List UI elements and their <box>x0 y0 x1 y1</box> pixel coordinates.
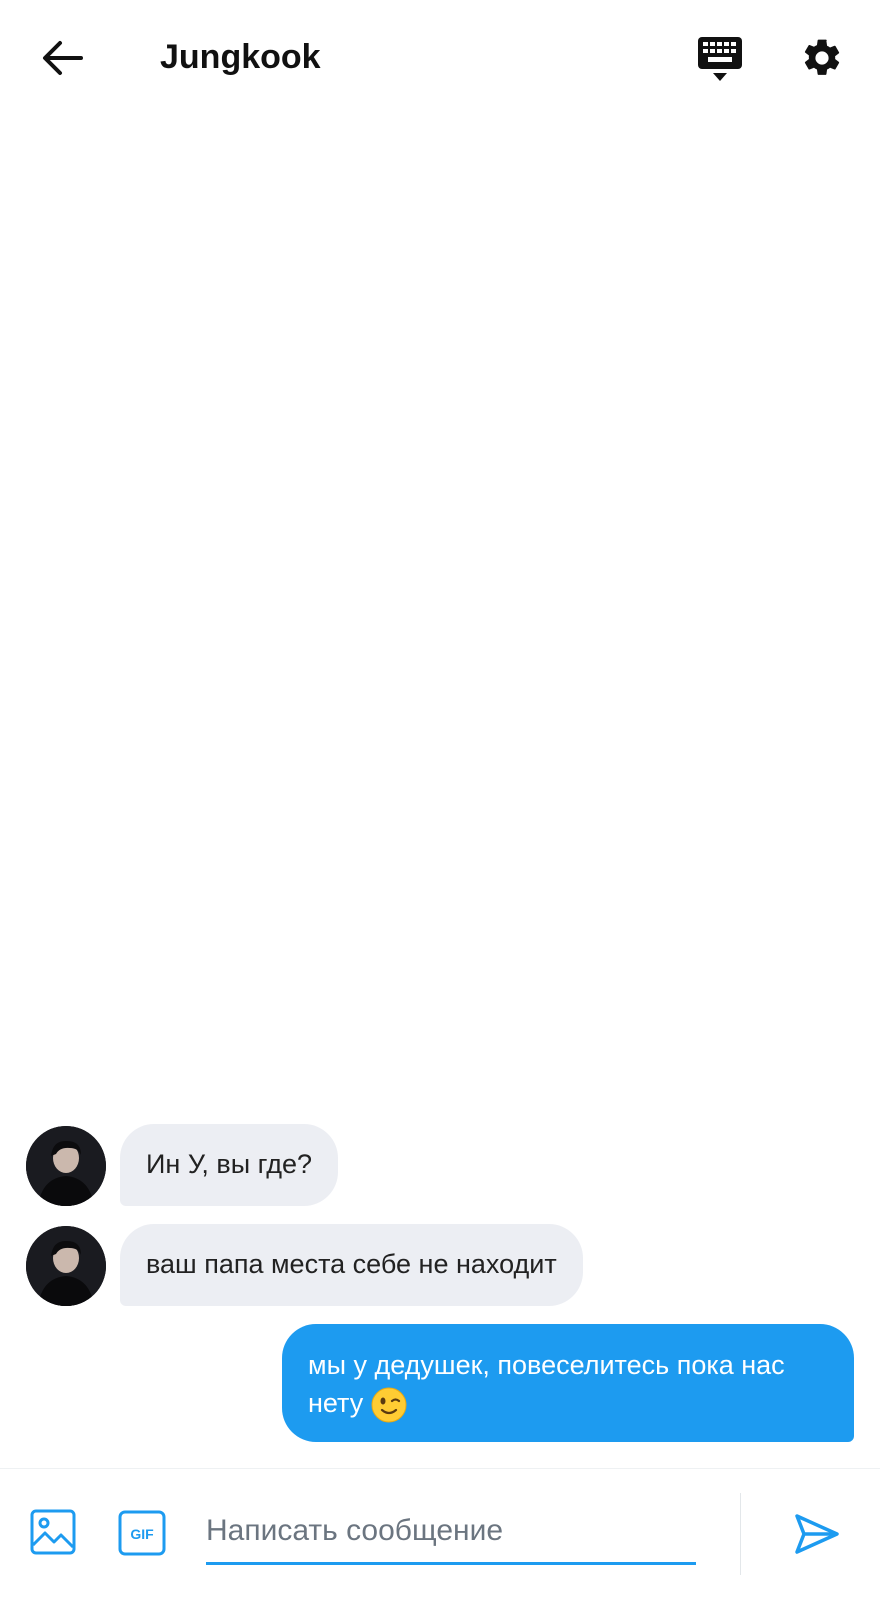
message-row: ваш папа места себе не находит <box>0 1224 880 1306</box>
conversation-title[interactable]: Jungkook <box>160 34 321 80</box>
incoming-message-bubble[interactable]: ваш папа места себе не находит <box>120 1224 583 1306</box>
back-button[interactable] <box>36 34 88 82</box>
profile-photo-icon <box>26 1126 106 1206</box>
incoming-message-bubble[interactable]: Ин У, вы где? <box>120 1124 339 1206</box>
arrow-left-icon <box>43 41 83 75</box>
message-row: мы у дедушек, повеселитесь пока нас нету <box>0 1324 880 1442</box>
winking-face-icon <box>371 1387 407 1423</box>
outgoing-message-bubble[interactable]: мы у дедушек, повеселитесь пока нас нету <box>282 1324 854 1442</box>
image-icon <box>30 1509 76 1555</box>
dm-conversation-screen: Jungkook Ин У, вы где? ваш папа места се… <box>0 0 880 1600</box>
avatar[interactable] <box>26 1126 106 1206</box>
message-input[interactable] <box>206 1499 696 1565</box>
add-media-button[interactable] <box>28 1507 78 1557</box>
settings-button[interactable] <box>796 32 848 84</box>
send-button[interactable] <box>790 1507 844 1561</box>
gear-icon <box>804 39 840 75</box>
avatar[interactable] <box>26 1226 106 1306</box>
keyboard-icon <box>698 37 742 81</box>
keyboard-shortcuts-button[interactable] <box>690 32 750 88</box>
profile-photo-icon <box>26 1226 106 1306</box>
conversation-header: Jungkook <box>0 0 880 118</box>
send-icon <box>795 1514 839 1554</box>
gif-button[interactable]: GIF <box>116 1509 168 1557</box>
message-composer: GIF <box>0 1468 880 1600</box>
gif-icon: GIF <box>118 1510 166 1556</box>
message-row: Ин У, вы где? <box>0 1124 880 1206</box>
svg-text:GIF: GIF <box>130 1526 154 1542</box>
composer-divider <box>740 1493 741 1575</box>
